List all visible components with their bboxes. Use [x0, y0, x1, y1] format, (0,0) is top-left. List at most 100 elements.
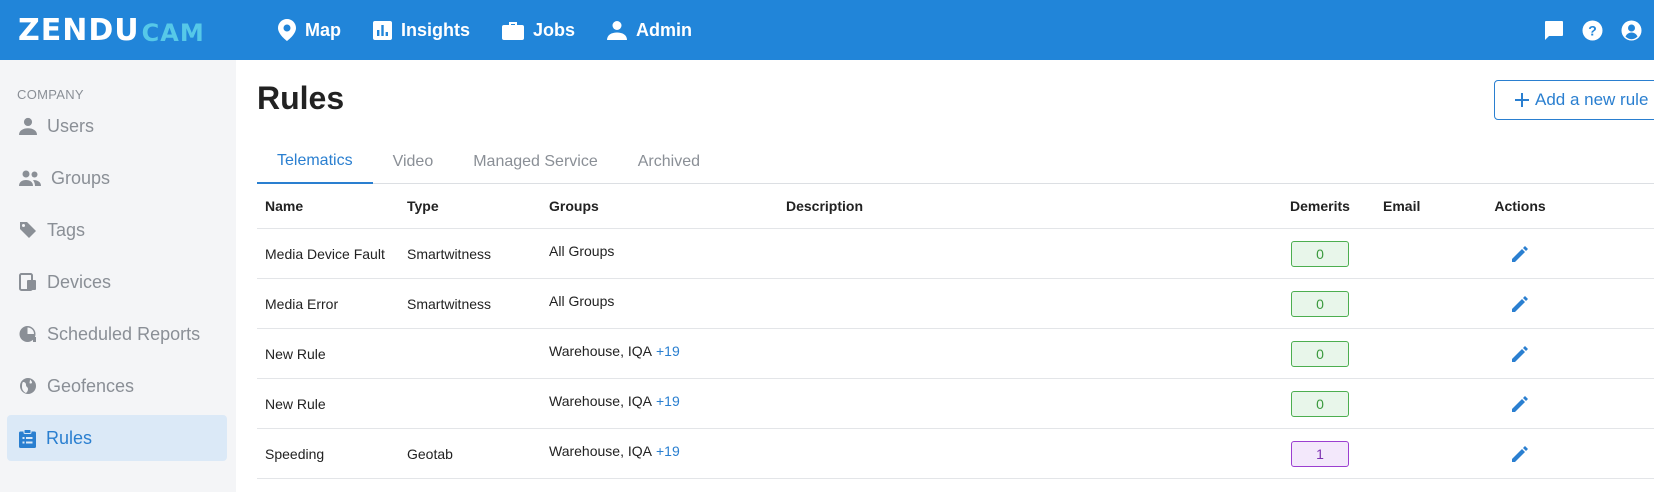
nav-map-label: Map	[305, 19, 341, 40]
sidebar-item-scheduled-reports[interactable]: Scheduled Reports	[7, 311, 227, 357]
sidebar-item-label: Users	[47, 115, 95, 136]
globe-icon	[20, 378, 36, 394]
table-header: Name Type Groups Description Demerits Em…	[257, 184, 1654, 229]
demerits-badge: 0	[1291, 240, 1349, 267]
plus-icon	[1515, 93, 1529, 107]
table-row[interactable]: Media Error Smartwitness All Groups 0	[257, 279, 1654, 329]
rule-demerits: 1	[1289, 429, 1351, 478]
sidebar-item-groups[interactable]: Groups	[7, 155, 227, 201]
tab-archived[interactable]: Archived	[618, 140, 720, 184]
sidebar-heading: COMPANY	[17, 87, 84, 102]
rule-groups-text: Warehouse, IQA	[549, 343, 652, 359]
edit-icon[interactable]	[1511, 345, 1529, 363]
rule-type: Smartwitness	[407, 295, 492, 312]
account-icon[interactable]	[1621, 20, 1642, 41]
rule-type: Smartwitness	[407, 245, 492, 262]
edit-icon[interactable]	[1511, 445, 1529, 463]
column-header-demerits[interactable]: Demerits	[1289, 184, 1351, 228]
column-header-name[interactable]: Name	[265, 184, 303, 228]
rule-groups-more[interactable]: +19	[656, 443, 680, 459]
table-row[interactable]: Speeding Geotab Warehouse, IQA +19 1	[257, 429, 1654, 479]
nav-insights[interactable]: Insights	[373, 20, 470, 41]
logo-text-main: ZENDU	[18, 12, 140, 48]
rule-actions	[1497, 379, 1543, 428]
help-icon[interactable]: ?	[1582, 20, 1603, 41]
rule-groups: Warehouse, IQA +19	[549, 429, 680, 478]
rule-actions	[1497, 429, 1543, 478]
rule-name: New Rule	[265, 345, 326, 362]
demerits-badge: 1	[1291, 440, 1349, 467]
tab-telematics[interactable]: Telematics	[257, 140, 373, 184]
column-header-groups[interactable]: Groups	[549, 184, 599, 228]
sidebar: COMPANY Users Groups Tags Devices Schedu…	[0, 60, 236, 492]
nav-admin-label: Admin	[636, 19, 693, 40]
add-rule-button[interactable]: Add a new rule	[1494, 80, 1654, 120]
sidebar-item-rules[interactable]: Rules	[7, 415, 227, 461]
briefcase-icon	[502, 22, 525, 40]
rule-tabs: Telematics Video Managed Service Archive…	[257, 140, 1654, 184]
bar-chart-icon	[373, 20, 392, 40]
person-icon	[607, 21, 628, 40]
edit-icon[interactable]	[1511, 295, 1529, 313]
rule-groups-more[interactable]: +19	[656, 393, 680, 409]
map-pin-icon	[278, 19, 296, 41]
svg-text:?: ?	[1588, 22, 1597, 38]
rule-name: New Rule	[265, 395, 326, 412]
sidebar-item-tags[interactable]: Tags	[7, 207, 227, 253]
rule-type: Geotab	[407, 445, 453, 462]
clipboard-icon	[19, 428, 36, 448]
rule-groups: All Groups	[549, 229, 618, 278]
rule-groups: Warehouse, IQA +19	[549, 379, 680, 428]
table-row[interactable]: New Rule Warehouse, IQA +19 0	[257, 329, 1654, 379]
main-content: Rules Add a new rule Telematics Video Ma…	[236, 60, 1654, 492]
chat-icon[interactable]	[1543, 20, 1564, 41]
people-icon	[19, 170, 41, 186]
rule-name: Speeding	[265, 445, 325, 462]
rule-demerits: 0	[1289, 329, 1351, 378]
demerits-badge: 0	[1291, 290, 1349, 317]
sidebar-item-label: Tags	[47, 219, 86, 240]
edit-icon[interactable]	[1511, 395, 1529, 413]
edit-icon[interactable]	[1511, 245, 1529, 263]
table-row[interactable]: New Rule Warehouse, IQA +19 0	[257, 379, 1654, 429]
rule-groups-text: Warehouse, IQA	[549, 443, 652, 459]
top-bar: ZENDU CAM Map Insights Jobs Admin ?	[0, 0, 1654, 60]
sidebar-item-geofences[interactable]: Geofences	[7, 363, 227, 409]
devices-icon	[19, 273, 36, 291]
column-header-type[interactable]: Type	[407, 184, 439, 228]
rule-groups-text: All Groups	[549, 243, 615, 259]
tab-video[interactable]: Video	[373, 140, 454, 184]
rule-demerits: 0	[1289, 279, 1351, 328]
clock-pie-icon	[19, 326, 36, 342]
nav-map[interactable]: Map	[278, 19, 341, 41]
add-rule-button-label: Add a new rule	[1535, 90, 1649, 109]
nav-admin[interactable]: Admin	[607, 20, 692, 41]
top-icons: ?	[1525, 0, 1642, 60]
table-row[interactable]: Media Device Fault Smartwitness All Grou…	[257, 229, 1654, 279]
demerits-badge: 0	[1291, 340, 1349, 367]
main-nav: Map Insights Jobs Admin	[278, 0, 724, 60]
rule-groups-text: All Groups	[549, 293, 615, 309]
sidebar-item-label: Devices	[47, 271, 112, 292]
rule-actions	[1497, 329, 1543, 378]
rule-groups: All Groups	[549, 279, 618, 328]
column-header-description[interactable]: Description	[786, 184, 863, 228]
page-title: Rules	[257, 80, 345, 116]
logo-text-sub: CAM	[141, 19, 205, 47]
rule-actions	[1497, 229, 1543, 278]
rule-name: Media Error	[265, 295, 339, 312]
tab-managed-service[interactable]: Managed Service	[453, 140, 618, 184]
zenducam-logo[interactable]: ZENDU CAM	[18, 12, 205, 48]
column-header-actions: Actions	[1494, 198, 1546, 214]
sidebar-item-users[interactable]: Users	[7, 103, 227, 149]
nav-jobs-label: Jobs	[533, 19, 576, 40]
nav-jobs[interactable]: Jobs	[502, 20, 575, 41]
sidebar-item-devices[interactable]: Devices	[7, 259, 227, 305]
sidebar-item-label: Groups	[51, 167, 111, 188]
rule-groups: Warehouse, IQA +19	[549, 329, 680, 378]
rule-groups-more[interactable]: +19	[656, 343, 680, 359]
tag-icon	[20, 222, 36, 238]
sidebar-item-label: Geofences	[47, 375, 135, 396]
column-header-email[interactable]: Email	[1383, 184, 1420, 228]
rule-name: Media Device Fault	[265, 245, 385, 262]
